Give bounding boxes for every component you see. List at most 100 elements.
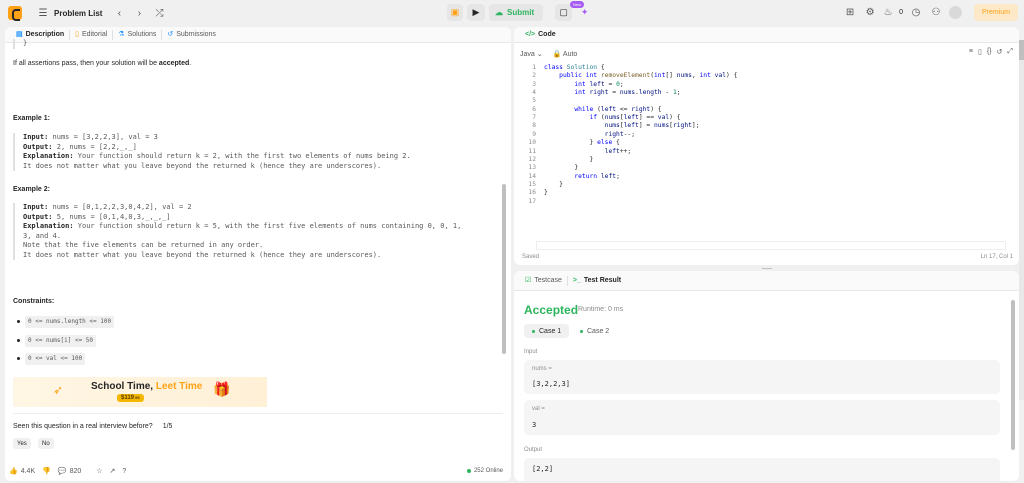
saved-status: Saved <box>522 254 540 260</box>
runtime: Runtime: 0 ms <box>578 306 624 313</box>
example1-title: Example 1: <box>13 115 50 122</box>
line-number: 13 <box>528 164 536 172</box>
gifts-icon: 🎁 <box>213 381 231 397</box>
case-1-tab[interactable]: Case 1 <box>524 324 570 338</box>
problem-list-icon[interactable]: ☰ <box>36 6 50 20</box>
streak-fire-icon[interactable]: ♨ <box>883 6 893 20</box>
code-line: right--; <box>604 130 636 138</box>
shuffle-icon[interactable]: ⤮ <box>152 6 166 20</box>
tab-solutions[interactable]: ⚗ Solutions <box>113 29 163 40</box>
new-badge: New <box>570 1 585 8</box>
list-item: 0 <= val <= 100 <box>17 353 86 365</box>
right-scrollbar[interactable] <box>1011 300 1015 450</box>
prev-problem-icon[interactable]: ‹ <box>112 6 126 20</box>
line-number: 7 <box>532 114 536 122</box>
history-icon: ↺ <box>167 30 174 38</box>
checkbox-icon: ☑ <box>525 276 532 284</box>
panel-resize-handle[interactable] <box>762 268 772 269</box>
left-scrollbar[interactable] <box>502 184 506 354</box>
chevron-down-icon: ⌄ <box>536 51 543 58</box>
run-button[interactable]: ▶ <box>467 4 485 21</box>
promo-banner[interactable]: ➶ School Time, Leet Time $119.99 🎁 <box>13 377 267 407</box>
line-number: 4 <box>532 89 536 97</box>
layout-grid-icon[interactable]: ⊞ <box>843 6 857 20</box>
star-icon[interactable]: ☆ <box>96 467 102 475</box>
code-line: int right = nums.length - 1; <box>574 89 681 97</box>
input-label: Input <box>524 349 538 355</box>
yes-button[interactable]: Yes <box>13 438 31 449</box>
case-2-tab[interactable]: Case 2 <box>572 324 617 338</box>
comment-icon[interactable]: 💬 <box>58 467 67 475</box>
line-number: 16 <box>528 189 536 197</box>
comment-count: 820 <box>69 467 82 475</box>
settings-gear-icon[interactable]: ⚙ <box>863 6 877 20</box>
code-toolbar: Java ⌄ 🔒 Auto ≡ ▯ {} ↺ ⤢ <box>514 43 1019 65</box>
share-icon[interactable]: ↗ <box>110 467 116 475</box>
val-input-box: val = 3 <box>524 400 1000 435</box>
cursor-position: Ln 17, Col 1 <box>980 254 1013 260</box>
like-icon[interactable]: 👍 <box>9 467 18 475</box>
line-number: 17 <box>528 197 536 205</box>
divider <box>13 413 503 414</box>
tab-test-result[interactable]: >_ Test Result <box>568 276 626 286</box>
line-number: 3 <box>532 80 536 88</box>
list-item: 0 <= nums[i] <= 50 <box>17 335 97 347</box>
online-status: 252 Online <box>466 468 503 474</box>
note-icon: ▢ <box>559 7 568 17</box>
page-scroll-track[interactable] <box>1019 40 1024 400</box>
streak-count: 0 <box>899 9 903 16</box>
line-number: 15 <box>528 180 536 188</box>
bookmark-icon[interactable]: ▯ <box>978 48 982 56</box>
braces-icon[interactable]: {} <box>987 48 992 56</box>
help-icon[interactable]: ? <box>122 468 126 475</box>
format-icon[interactable]: ≡ <box>969 48 973 56</box>
code-icon: </> <box>525 30 536 38</box>
top-bar: ☰ Problem List ‹ › ⤮ ▣ ▶ ☁ Submit ▢ ✦ Ne… <box>0 0 1024 26</box>
auto-toggle[interactable]: 🔒 Auto <box>553 50 578 58</box>
list-item: 0 <= nums.length <= 100 <box>17 316 115 328</box>
language-select[interactable]: Java ⌄ <box>520 50 543 58</box>
output-label: Output <box>524 447 543 453</box>
dislike-icon[interactable]: 👎 <box>42 467 51 475</box>
page-scroll-thumb[interactable] <box>1019 40 1024 60</box>
line-number: 12 <box>528 155 536 163</box>
banner-title: School Time, Leet Time <box>91 381 203 392</box>
line-number: 11 <box>528 147 536 155</box>
code-line: nums[left] = nums[right]; <box>604 122 700 130</box>
debug-button[interactable]: ▣ <box>447 4 463 21</box>
avatar[interactable] <box>948 6 962 19</box>
line-number: 10 <box>528 139 536 147</box>
tab-editorial[interactable]: ▯ Editorial <box>70 29 114 40</box>
nums-input-box: nums = [3,2,2,3] <box>524 360 1000 394</box>
leetcode-logo[interactable] <box>8 6 22 21</box>
code-fragment: } <box>13 39 27 49</box>
expand-icon[interactable]: ⤢ <box>1007 48 1013 56</box>
tab-code[interactable]: </> Code <box>520 30 561 40</box>
notes-button[interactable]: ▢ <box>555 4 573 21</box>
code-line: int left = 0; <box>574 80 624 88</box>
output-box: [2,2] <box>524 458 1000 481</box>
tab-testcase[interactable]: ☑ Testcase <box>520 275 568 286</box>
premium-button[interactable]: Premium <box>973 4 1018 21</box>
tab-submissions[interactable]: ↺ Submissions <box>162 30 221 40</box>
add-friend-icon[interactable]: ⚇ <box>929 6 943 20</box>
code-line: } <box>544 189 548 197</box>
submit-button[interactable]: ☁ Submit <box>489 4 544 21</box>
tab-description[interactable]: ▤ Description <box>11 29 71 40</box>
lock-icon: 🔒 <box>552 51 562 58</box>
code-line: class Solution { <box>544 64 605 71</box>
book-icon: ▯ <box>75 30 79 38</box>
line-number: 1 <box>532 64 536 71</box>
sparkle-icon: ✦ <box>580 7 589 17</box>
next-problem-icon[interactable]: › <box>132 6 146 20</box>
problem-list-link[interactable]: Problem List <box>54 9 102 18</box>
play-icon: ▶ <box>472 7 480 17</box>
code-line: left++; <box>604 147 632 155</box>
timer-icon[interactable]: ◷ <box>909 6 923 20</box>
test-tabs: ☑ Testcase >_ Test Result <box>514 271 1019 291</box>
code-line: } <box>544 155 594 163</box>
no-button[interactable]: No <box>38 438 54 449</box>
line-number: 9 <box>532 130 536 138</box>
reset-icon[interactable]: ↺ <box>997 48 1003 56</box>
assert-text: If all assertions pass, then your soluti… <box>13 60 192 67</box>
